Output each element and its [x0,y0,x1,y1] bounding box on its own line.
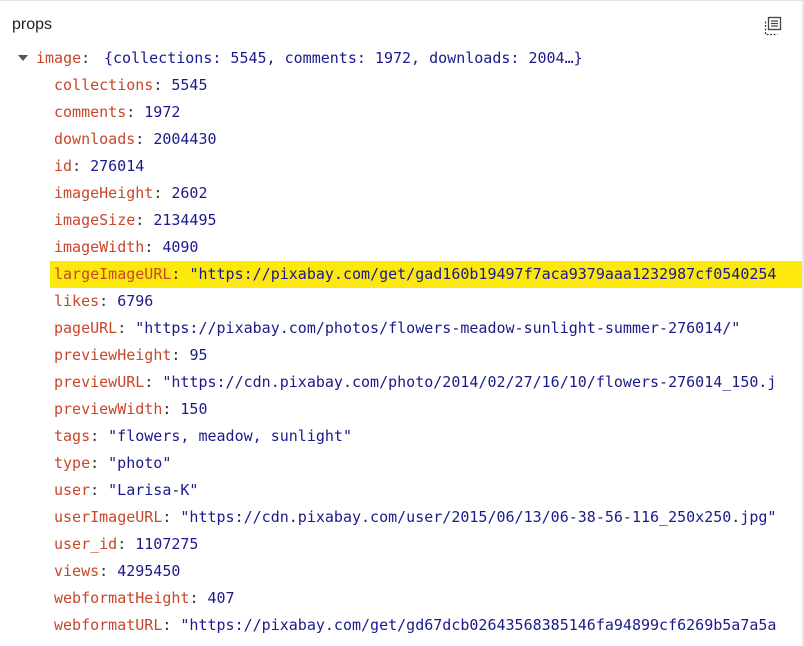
property-row[interactable]: likes: 6796 [0,288,802,315]
property-value: 276014 [90,157,145,175]
property-key: previewHeight [54,346,172,364]
property-value: "Larisa-K" [108,481,199,499]
property-colon: : [171,346,181,364]
property-value: "https://pixabay.com/photos/flowers-mead… [135,319,741,337]
property-row[interactable]: previewURL: "https://cdn.pixabay.com/phot… [0,369,802,396]
property-key: imageHeight [54,184,154,202]
property-colon: : [189,589,199,607]
property-row[interactable]: tags: "flowers, meadow, sunlight" [0,423,802,450]
property-key: pageURL [54,319,118,337]
property-value: 4295450 [117,562,181,580]
property-colon: : [162,400,172,418]
property-value: "https://cdn.pixabay.com/photo/2014/02/2… [162,373,777,391]
property-key: previewWidth [54,400,163,418]
property-value: 2004430 [153,130,217,148]
property-row[interactable]: previewHeight: 95 [0,342,802,369]
object-tree: image: {collections: 5545, comments: 197… [0,45,802,639]
property-colon: : [135,130,145,148]
property-row[interactable]: type: "photo" [0,450,802,477]
property-colon: : [153,184,163,202]
property-row[interactable]: imageHeight: 2602 [0,180,802,207]
section-title: props [12,16,53,33]
property-row[interactable]: previewWidth: 150 [0,396,802,423]
property-key: tags [54,427,91,445]
property-row[interactable]: user_id: 1107275 [0,531,802,558]
property-key: collections [54,76,154,94]
property-colon: : [99,292,109,310]
property-row[interactable]: largeImageURL: "https://pixabay.com/get/g… [0,261,802,288]
property-row[interactable]: views: 4295450 [0,558,802,585]
property-colon: : [117,319,127,337]
property-row[interactable]: userImageURL: "https://cdn.pixabay.com/us… [0,504,802,531]
property-value: 407 [207,589,235,607]
property-key: downloads [54,130,136,148]
property-value: 4090 [162,238,199,256]
property-key: id [54,157,73,175]
root-colon: : [81,49,91,67]
property-value: "https://pixabay.com/get/gd67dcb02643568… [180,616,777,634]
property-key: likes [54,292,100,310]
copy-icon[interactable] [763,16,783,36]
property-colon: : [117,535,127,553]
property-value: "photo" [108,454,172,472]
property-colon: : [135,211,145,229]
property-colon: : [99,562,109,580]
property-colon: : [90,481,100,499]
property-key: webformatHeight [54,589,190,607]
property-value: 1107275 [135,535,199,553]
property-row[interactable]: downloads: 2004430 [0,126,802,153]
property-colon: : [90,427,100,445]
property-value: 2134495 [153,211,217,229]
property-key: user_id [54,535,118,553]
property-row[interactable]: webformatHeight: 407 [0,585,802,612]
property-list: collections: 5545 comments: 1972 downloads: 2… [0,72,802,639]
property-value: "flowers, meadow, sunlight" [108,427,352,445]
property-row[interactable]: user: "Larisa-K" [0,477,802,504]
property-row[interactable]: pageURL: "https://pixabay.com/photos/flow… [0,315,802,342]
property-key: userImageURL [54,508,163,526]
property-colon: : [144,373,154,391]
property-colon: : [90,454,100,472]
expand-caret-icon[interactable] [18,55,28,61]
property-value: "https://cdn.pixabay.com/user/2015/06/13… [180,508,777,526]
property-colon: : [144,238,154,256]
root-key[interactable]: image: [36,45,90,72]
property-row[interactable]: id: 276014 [0,153,802,180]
property-colon: : [72,157,82,175]
property-value: 1972 [144,103,181,121]
property-row[interactable]: imageWidth: 4090 [0,234,802,261]
property-key: imageWidth [54,238,145,256]
property-colon: : [153,76,163,94]
property-key: largeImageURL [54,265,172,283]
property-key: user [54,481,91,499]
property-colon: : [162,508,172,526]
property-row[interactable]: webformatURL: "https://pixabay.com/get/gd… [0,612,802,639]
property-colon: : [162,616,172,634]
property-row[interactable]: imageSize: 2134495 [0,207,802,234]
property-key: views [54,562,100,580]
tree-root-row[interactable]: image: {collections: 5545, comments: 197… [0,45,802,72]
root-key-text: image [36,49,82,67]
property-value: 2602 [171,184,208,202]
panel-top-border [0,0,804,1]
property-row[interactable]: comments: 1972 [0,99,802,126]
property-value: 150 [180,400,208,418]
copy-icon-svg [764,16,782,36]
property-value: "https://pixabay.com/get/gad160b19497f7a… [189,265,777,283]
property-key: webformatURL [54,616,163,634]
property-value: 5545 [171,76,208,94]
property-key: comments [54,103,127,121]
props-panel: props image: {collections: 5545, comment… [0,0,804,646]
property-row[interactable]: collections: 5545 [0,72,802,99]
property-key: type [54,454,91,472]
property-colon: : [126,103,136,121]
property-colon: : [171,265,181,283]
property-key: previewURL [54,373,145,391]
root-summary: {collections: 5545, comments: 1972, down… [104,49,583,67]
property-value: 6796 [117,292,154,310]
property-key: imageSize [54,211,136,229]
property-value: 95 [189,346,208,364]
